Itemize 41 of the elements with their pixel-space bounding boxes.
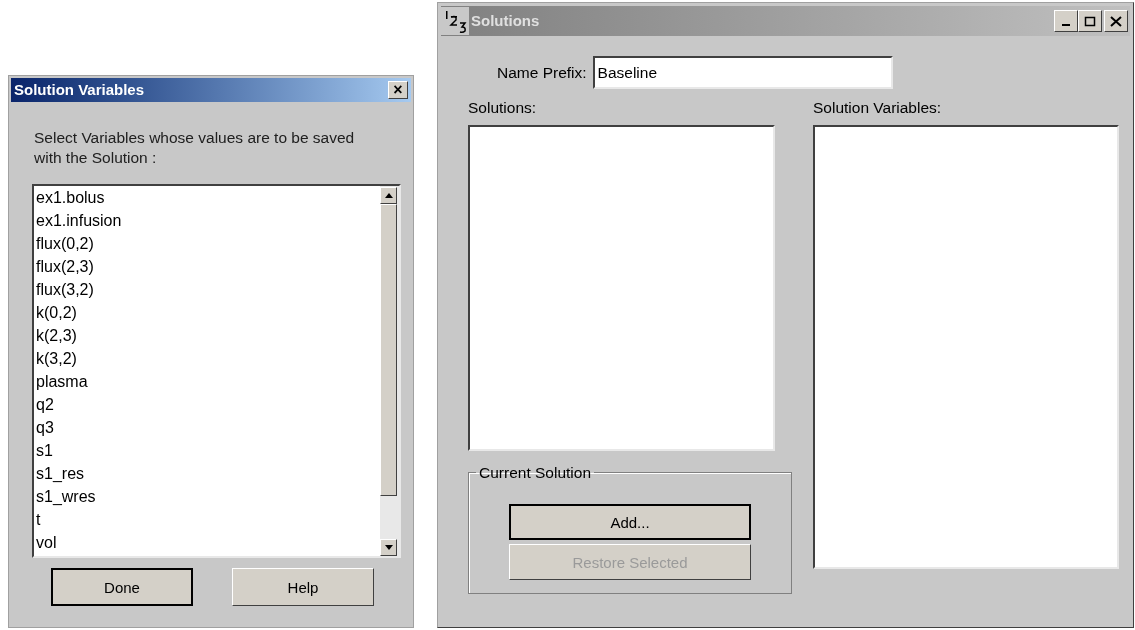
down-arrow-icon — [384, 545, 393, 550]
scrollbar[interactable] — [380, 186, 399, 556]
solutions-label: Solutions: — [468, 98, 538, 118]
window-title: Solution Variables — [14, 79, 145, 100]
dialog-button[interactable]: Done — [51, 568, 193, 606]
minimize-icon — [1062, 24, 1070, 26]
list-item[interactable]: k(2,3) — [36, 324, 380, 347]
list-item[interactable]: vol — [36, 531, 380, 554]
minimize-button[interactable] — [1054, 10, 1078, 32]
name-prefix-field[interactable]: Baseline — [592, 56, 893, 89]
scroll-up-button[interactable] — [380, 187, 397, 204]
group-title: Current Solution — [478, 463, 592, 483]
list-item[interactable]: s1_wres — [36, 485, 380, 508]
list-item[interactable]: q2 — [36, 393, 380, 416]
solution-variables-label: Solution Variables: — [813, 98, 943, 118]
close-button[interactable] — [1104, 10, 1128, 32]
numbers-icon — [441, 7, 469, 35]
list-item[interactable]: q3 — [36, 416, 380, 439]
instruction-text: Select Variables whose values are to be saved with the Solution : — [34, 128, 356, 168]
list-item[interactable]: k(0,2) — [36, 301, 380, 324]
list-item[interactable]: s1 — [36, 439, 380, 462]
list-item[interactable]: flux(0,2) — [36, 232, 380, 255]
up-arrow-icon — [384, 193, 393, 198]
list-item[interactable]: flux(3,2) — [36, 278, 380, 301]
close-icon — [1110, 15, 1122, 27]
list-item[interactable]: t — [36, 508, 380, 531]
dialog-button[interactable]: Help — [232, 568, 374, 606]
list-item[interactable]: ex1.bolus — [36, 186, 380, 209]
window-title: Solutions — [471, 10, 540, 31]
list-item[interactable]: ex1.infusion — [36, 209, 380, 232]
list-item[interactable]: flux(2,3) — [36, 255, 380, 278]
close-button[interactable]: × — [388, 81, 408, 99]
maximize-icon — [1084, 15, 1096, 27]
name-prefix-label: Name Prefix: — [497, 62, 587, 83]
list-item[interactable]: plasma — [36, 370, 380, 393]
scroll-thumb[interactable] — [380, 204, 397, 496]
dialog-button[interactable]: Add... — [509, 504, 751, 541]
list-item[interactable]: k(3,2) — [36, 347, 380, 370]
list-item[interactable]: s1_res — [36, 462, 380, 485]
maximize-button[interactable] — [1078, 10, 1102, 32]
scroll-down-button[interactable] — [380, 539, 397, 556]
